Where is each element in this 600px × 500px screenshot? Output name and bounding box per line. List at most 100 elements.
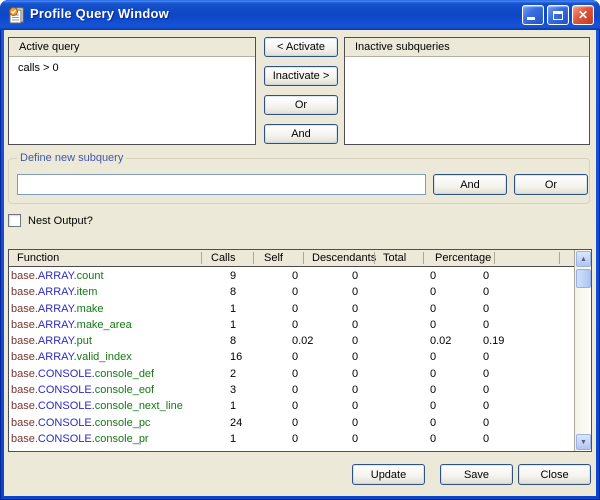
cell-calls: 3 xyxy=(230,382,236,398)
column-header-total[interactable]: Total xyxy=(383,250,406,266)
and-combine-button[interactable]: And xyxy=(264,124,338,144)
table-row[interactable]: base.ARRAY.put80.0200.020.19 xyxy=(9,333,574,349)
column-header-percentage[interactable]: Percentage xyxy=(435,250,491,266)
scroll-up-icon[interactable]: ▲ xyxy=(576,251,591,267)
or-combine-button[interactable]: Or xyxy=(264,95,338,115)
table-row[interactable]: base.CONSOLE.console_def20000 xyxy=(9,366,574,382)
define-subquery-groupbox: Define new subquery And Or xyxy=(8,158,590,204)
cell-percentage: 0 xyxy=(483,268,489,284)
cell-total: 0 xyxy=(430,268,436,284)
cell-calls: 1 xyxy=(230,398,236,414)
cell-self: 0 xyxy=(292,349,298,365)
cell-calls: 8 xyxy=(230,333,236,349)
table-row[interactable]: base.CONSOLE.console_next_line10000 xyxy=(9,398,574,414)
column-header-descendants[interactable]: Descendants xyxy=(312,250,376,266)
nest-output-label: Nest Output? xyxy=(28,215,93,227)
column-header-self[interactable]: Self xyxy=(264,250,283,266)
cell-descendants: 0 xyxy=(352,284,358,300)
table-row[interactable]: base.ARRAY.count90000 xyxy=(9,268,574,284)
cell-self: 0 xyxy=(292,382,298,398)
cell-total: 0 xyxy=(430,398,436,414)
table-row[interactable]: base.ARRAY.make_area10000 xyxy=(9,317,574,333)
cell-total: 0 xyxy=(430,366,436,382)
table-row[interactable]: base.ARRAY.item80000 xyxy=(9,284,574,300)
list-item[interactable]: calls > 0 xyxy=(9,58,255,74)
subquery-input[interactable] xyxy=(17,174,426,195)
cell-calls: 8 xyxy=(230,284,236,300)
close-icon: ✕ xyxy=(573,8,593,22)
cell-self: 0 xyxy=(292,301,298,317)
cell-calls: 9 xyxy=(230,268,236,284)
cell-calls: 1 xyxy=(230,431,236,447)
title-bar[interactable]: Profile Query Window ✕ xyxy=(0,0,600,30)
inactive-subqueries-list[interactable] xyxy=(345,58,589,144)
close-window-button[interactable]: ✕ xyxy=(572,5,594,25)
cell-self: 0 xyxy=(292,268,298,284)
column-separator xyxy=(494,252,495,264)
cell-percentage: 0.19 xyxy=(483,333,504,349)
function-name: base.CONSOLE.console_eof xyxy=(11,382,154,398)
cell-descendants: 0 xyxy=(352,398,358,414)
column-separator xyxy=(374,252,375,264)
table-row[interactable]: base.CONSOLE.console_pc240000 xyxy=(9,415,574,431)
inactive-subqueries-title: Inactive subqueries xyxy=(345,38,589,57)
maximize-button[interactable] xyxy=(547,5,569,25)
cell-descendants: 0 xyxy=(352,415,358,431)
column-header-function[interactable]: Function xyxy=(17,250,59,266)
scroll-down-icon[interactable]: ▼ xyxy=(576,434,591,450)
subquery-or-button[interactable]: Or xyxy=(514,174,588,195)
cell-percentage: 0 xyxy=(483,301,489,317)
scrollbar-thumb[interactable] xyxy=(576,269,591,288)
cell-descendants: 0 xyxy=(352,333,358,349)
cell-total: 0 xyxy=(430,382,436,398)
column-separator xyxy=(423,252,424,264)
active-query-list[interactable]: calls > 0 xyxy=(9,58,255,144)
table-row[interactable]: base.ARRAY.valid_index160000 xyxy=(9,349,574,365)
cell-percentage: 0 xyxy=(483,317,489,333)
cell-percentage: 0 xyxy=(483,415,489,431)
cell-percentage: 0 xyxy=(483,349,489,365)
cell-descendants: 0 xyxy=(352,382,358,398)
active-query-title: Active query xyxy=(9,38,255,57)
profile-query-window: Profile Query Window ✕ Active query call… xyxy=(0,0,600,500)
cell-total: 0 xyxy=(430,301,436,317)
function-name: base.ARRAY.put xyxy=(11,333,92,349)
update-button[interactable]: Update xyxy=(352,464,425,485)
vertical-scrollbar[interactable]: ▲ ▼ xyxy=(574,250,591,451)
table-body: base.ARRAY.count90000base.ARRAY.item8000… xyxy=(9,268,574,451)
cell-self: 0 xyxy=(292,398,298,414)
cell-descendants: 0 xyxy=(352,268,358,284)
active-query-panel: Active query calls > 0 xyxy=(8,37,256,145)
column-separator xyxy=(253,252,254,264)
table-row[interactable]: base.CONSOLE.console_eof30000 xyxy=(9,382,574,398)
column-separator xyxy=(201,252,202,264)
table-row[interactable]: base.CONSOLE.console_pr10000 xyxy=(9,431,574,447)
activate-button[interactable]: < Activate xyxy=(264,37,338,57)
close-button[interactable]: Close xyxy=(518,464,591,485)
column-separator xyxy=(303,252,304,264)
minimize-button[interactable] xyxy=(522,5,544,25)
cell-descendants: 0 xyxy=(352,317,358,333)
maximize-icon xyxy=(553,11,563,20)
cell-calls: 24 xyxy=(230,415,242,431)
cell-percentage: 0 xyxy=(483,398,489,414)
function-name: base.ARRAY.valid_index xyxy=(11,349,132,365)
function-name: base.ARRAY.make_area xyxy=(11,317,132,333)
save-button[interactable]: Save xyxy=(440,464,513,485)
cell-self: 0 xyxy=(292,415,298,431)
nest-output-checkbox[interactable] xyxy=(8,214,21,227)
subquery-and-button[interactable]: And xyxy=(433,174,507,195)
inactivate-button[interactable]: Inactivate > xyxy=(264,66,338,86)
cell-total: 0 xyxy=(430,349,436,365)
window-title: Profile Query Window xyxy=(30,6,169,21)
function-name: base.CONSOLE.console_pc xyxy=(11,415,150,431)
column-header-calls[interactable]: Calls xyxy=(211,250,235,266)
cell-total: 0 xyxy=(430,431,436,447)
inactive-subqueries-panel: Inactive subqueries xyxy=(344,37,590,145)
cell-calls: 2 xyxy=(230,366,236,382)
cell-self: 0 xyxy=(292,366,298,382)
table-row[interactable]: base.ARRAY.make10000 xyxy=(9,301,574,317)
cell-percentage: 0 xyxy=(483,366,489,382)
column-separator xyxy=(559,252,560,264)
define-subquery-label: Define new subquery xyxy=(17,152,126,164)
